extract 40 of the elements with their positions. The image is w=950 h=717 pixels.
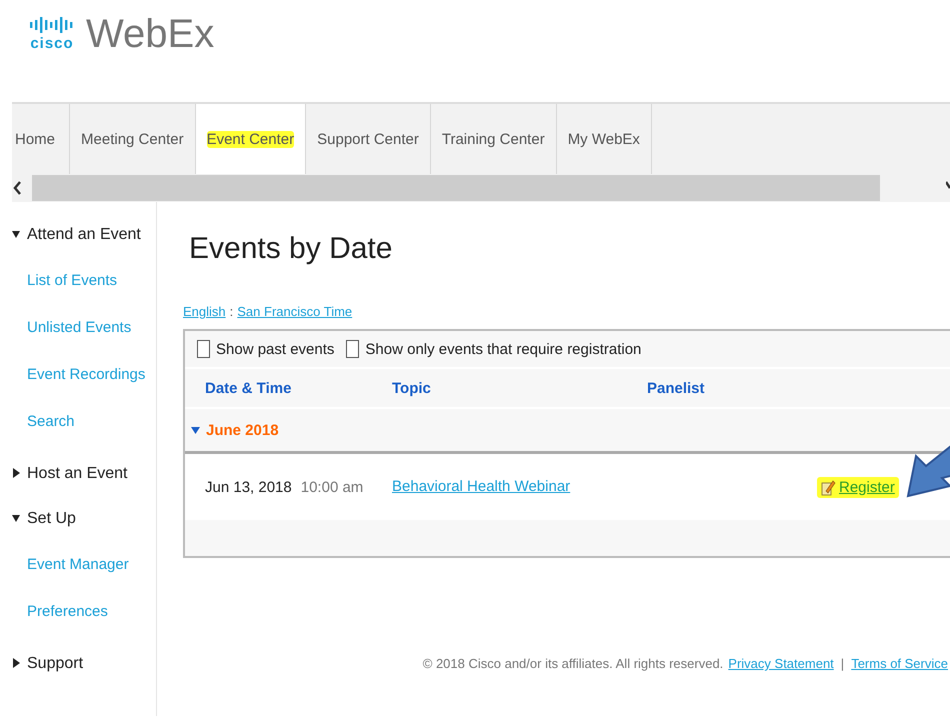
checkbox-icon[interactable] — [197, 340, 210, 358]
brand-name: cisco — [30, 36, 74, 52]
product-name: WebEx — [86, 12, 214, 56]
checkbox-icon[interactable] — [346, 340, 360, 358]
column-header[interactable]: Panelist — [647, 380, 950, 396]
timezone-link[interactable]: San Francisco Time — [237, 304, 352, 319]
nav-tab[interactable]: Event Center — [196, 104, 306, 174]
language-link[interactable]: English — [183, 304, 226, 319]
sidebar-link[interactable]: List of Events — [0, 257, 156, 304]
column-header[interactable]: Topic — [392, 380, 647, 396]
event-topic-link[interactable]: Behavioral Health Webinar — [392, 478, 570, 495]
event-date: Jun 13, 2018 — [205, 478, 292, 496]
sidebar-link[interactable]: Preferences — [0, 588, 156, 635]
bars-icon — [30, 16, 74, 34]
event-time: 10:00 am — [300, 478, 364, 496]
expanded-triangle-icon — [191, 426, 200, 434]
sidebar-link[interactable]: Event Recordings — [0, 351, 156, 398]
collapsed-triangle-icon — [12, 468, 21, 479]
expanded-triangle-icon — [12, 513, 21, 524]
sidebar-link[interactable]: Search — [0, 398, 156, 445]
sidebar-section[interactable]: Set Up — [0, 496, 156, 541]
scroll-left-icon[interactable] — [12, 180, 22, 196]
sidebar-section[interactable]: Attend an Event — [0, 212, 156, 257]
privacy-link[interactable]: Privacy Statement — [728, 656, 834, 671]
column-header[interactable]: Date & Time — [185, 380, 392, 396]
expanded-triangle-icon — [12, 229, 21, 240]
separator-text: | — [840, 656, 844, 671]
sidebar-link[interactable]: Unlisted Events — [0, 304, 156, 351]
separator-text: : — [230, 304, 234, 319]
collapsed-triangle-icon — [12, 658, 21, 669]
checkbox-label: Show past events — [216, 340, 334, 358]
sidebar-section[interactable]: Host an Event — [0, 451, 156, 496]
page-title: Events by Date — [189, 232, 394, 266]
pencil-icon — [821, 478, 836, 496]
copyright-text: © 2018 Cisco and/or its affiliates. All rights reserved. — [422, 656, 724, 671]
sidebar-link[interactable]: Event Manager — [0, 541, 156, 588]
terms-link[interactable]: Terms of Service — [851, 656, 948, 671]
filter-checkbox[interactable]: Show past events — [197, 340, 334, 358]
register-link[interactable]: Register — [817, 476, 899, 498]
sidebar-section[interactable]: Support — [0, 641, 156, 686]
